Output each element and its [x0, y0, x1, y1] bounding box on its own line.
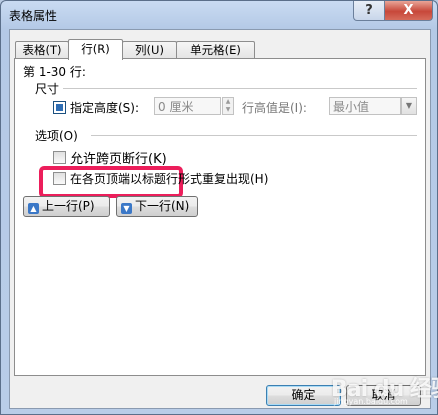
repeat-header-checkbox[interactable]	[53, 172, 66, 185]
chevron-down-icon[interactable]: ▼	[401, 97, 417, 115]
watermark-url: jingyan.baidu.com	[334, 397, 408, 406]
allow-row-break-label: 允许跨页断行(K)	[70, 152, 167, 167]
table-properties-window: 表格属性 ? X 表格(T) 行(R) 列(U) 单元格(E) 第 1-30 行…	[0, 0, 438, 415]
previous-row-label: 上一行(P)	[42, 199, 95, 213]
spin-up-icon[interactable]: ▲	[223, 98, 233, 106]
options-divider	[91, 135, 417, 136]
row-height-spinner[interactable]: ▲ ▼	[222, 97, 234, 115]
specify-height-checkbox[interactable]	[53, 101, 66, 114]
size-divider	[63, 88, 417, 89]
ok-button[interactable]: 确定	[266, 385, 341, 406]
row-range-label: 第 1-30 行:	[23, 65, 86, 79]
help-button[interactable]: ?	[353, 1, 385, 21]
specify-height-label: 指定高度(S):	[70, 101, 140, 115]
row-tab-panel: 第 1-30 行: 尺寸 指定高度(S): 0 厘米 ▲ ▼ 行高值是(I): …	[14, 58, 426, 376]
window-title: 表格属性	[9, 9, 58, 23]
title-bar: 表格属性 ? X	[1, 1, 437, 29]
tab-table[interactable]: 表格(T)	[15, 41, 69, 59]
row-height-input[interactable]: 0 厘米	[154, 97, 221, 115]
size-section-label: 尺寸	[35, 82, 60, 96]
tab-column[interactable]: 列(U)	[122, 41, 177, 59]
down-arrow-icon: ▼	[121, 203, 132, 214]
repeat-header-label: 在各页顶端以标题行形式重复出现(H)	[70, 172, 269, 186]
dialog-client-area: 表格(T) 行(R) 列(U) 单元格(E) 第 1-30 行: 尺寸 指定高度…	[9, 29, 431, 409]
height-rule-label: 行高值是(I):	[242, 101, 307, 115]
allow-row-break-checkbox[interactable]	[53, 151, 66, 164]
up-arrow-icon: ▲	[28, 203, 39, 214]
close-button[interactable]: X	[384, 1, 433, 21]
next-row-button[interactable]: ▼ 下一行(N)	[116, 196, 198, 217]
height-rule-select[interactable]: 最小值	[329, 97, 401, 115]
next-row-label: 下一行(N)	[135, 199, 190, 213]
previous-row-button[interactable]: ▲ 上一行(P)	[23, 196, 110, 217]
tab-cell[interactable]: 单元格(E)	[176, 41, 255, 59]
tab-row[interactable]: 行(R)	[68, 39, 123, 60]
options-section-label: 选项(O)	[35, 129, 78, 143]
spin-down-icon[interactable]: ▼	[223, 106, 233, 114]
